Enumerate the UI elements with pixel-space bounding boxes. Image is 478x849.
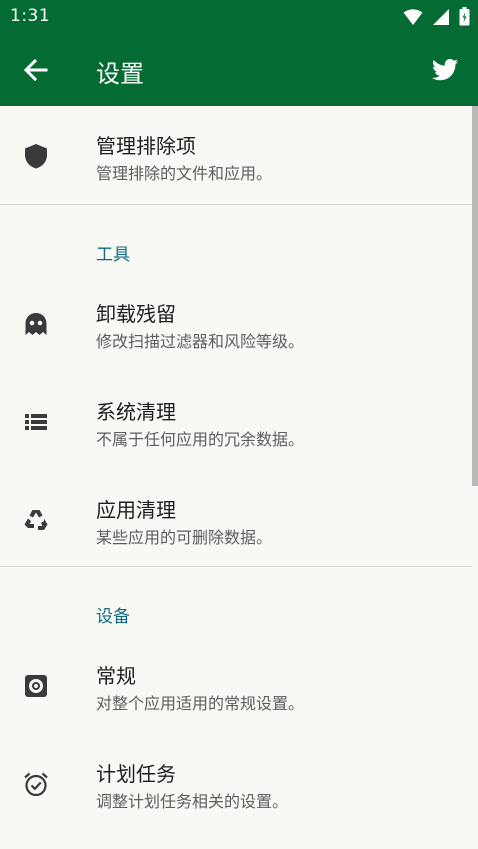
settings-item-subtitle: 调整计划任务相关的设置。 xyxy=(96,792,289,811)
settings-item-general[interactable]: 常规 对整个应用适用的常规设置。 xyxy=(0,636,472,734)
battery-icon xyxy=(459,7,470,30)
app-bar: 设置 xyxy=(0,34,478,106)
settings-item-system-cleaner[interactable]: 系统清理 不属于任何应用的冗余数据。 xyxy=(0,372,472,470)
signal-icon xyxy=(432,8,450,30)
settings-item-title: 应用清理 xyxy=(96,498,176,522)
settings-item-title: 系统清理 xyxy=(96,400,176,424)
page-title: 设置 xyxy=(96,60,144,88)
wifi-icon xyxy=(403,8,423,30)
list-icon xyxy=(22,408,50,436)
settings-item-subtitle: 管理排除的文件和应用。 xyxy=(96,164,273,183)
settings-list: 管理排除项 管理排除的文件和应用。 工具 卸载残留 修改扫描过滤器和风险等级。 … xyxy=(0,106,478,849)
twitter-icon xyxy=(431,59,459,81)
section-header-device: 设备 xyxy=(96,607,130,627)
divider xyxy=(0,566,472,567)
section-header-tools: 工具 xyxy=(96,245,130,265)
alarm-clock-icon xyxy=(22,770,50,798)
settings-item-exclusions[interactable]: 管理排除项 管理排除的文件和应用。 xyxy=(0,106,472,204)
settings-item-subtitle: 不属于任何应用的冗余数据。 xyxy=(96,430,305,449)
settings-item-scheduler[interactable]: 计划任务 调整计划任务相关的设置。 xyxy=(0,734,472,832)
settings-item-app-cleaner[interactable]: 应用清理 某些应用的可删除数据。 xyxy=(0,470,472,568)
settings-item-subtitle: 修改扫描过滤器和风险等级。 xyxy=(96,332,305,351)
status-bar: 1:31 xyxy=(0,0,478,34)
divider xyxy=(0,204,472,205)
status-time: 1:31 xyxy=(10,6,51,26)
settings-item-corpse-finder[interactable]: 卸载残留 修改扫描过滤器和风险等级。 xyxy=(0,274,472,372)
recycle-icon xyxy=(22,506,50,534)
settings-item-title: 卸载残留 xyxy=(96,302,176,326)
twitter-button[interactable] xyxy=(430,54,460,84)
status-icons xyxy=(399,7,470,27)
settings-item-subtitle: 某些应用的可删除数据。 xyxy=(96,528,273,547)
shield-icon xyxy=(22,142,50,170)
settings-item-title: 管理排除项 xyxy=(96,134,196,158)
ghost-icon xyxy=(22,310,50,338)
back-button[interactable] xyxy=(22,56,50,84)
gear-icon xyxy=(22,672,50,700)
scrollbar[interactable] xyxy=(472,106,478,486)
settings-item-title: 计划任务 xyxy=(96,762,176,786)
settings-item-subtitle: 对整个应用适用的常规设置。 xyxy=(96,694,305,713)
arrow-left-icon xyxy=(23,58,48,82)
settings-item-title: 常规 xyxy=(96,664,136,688)
